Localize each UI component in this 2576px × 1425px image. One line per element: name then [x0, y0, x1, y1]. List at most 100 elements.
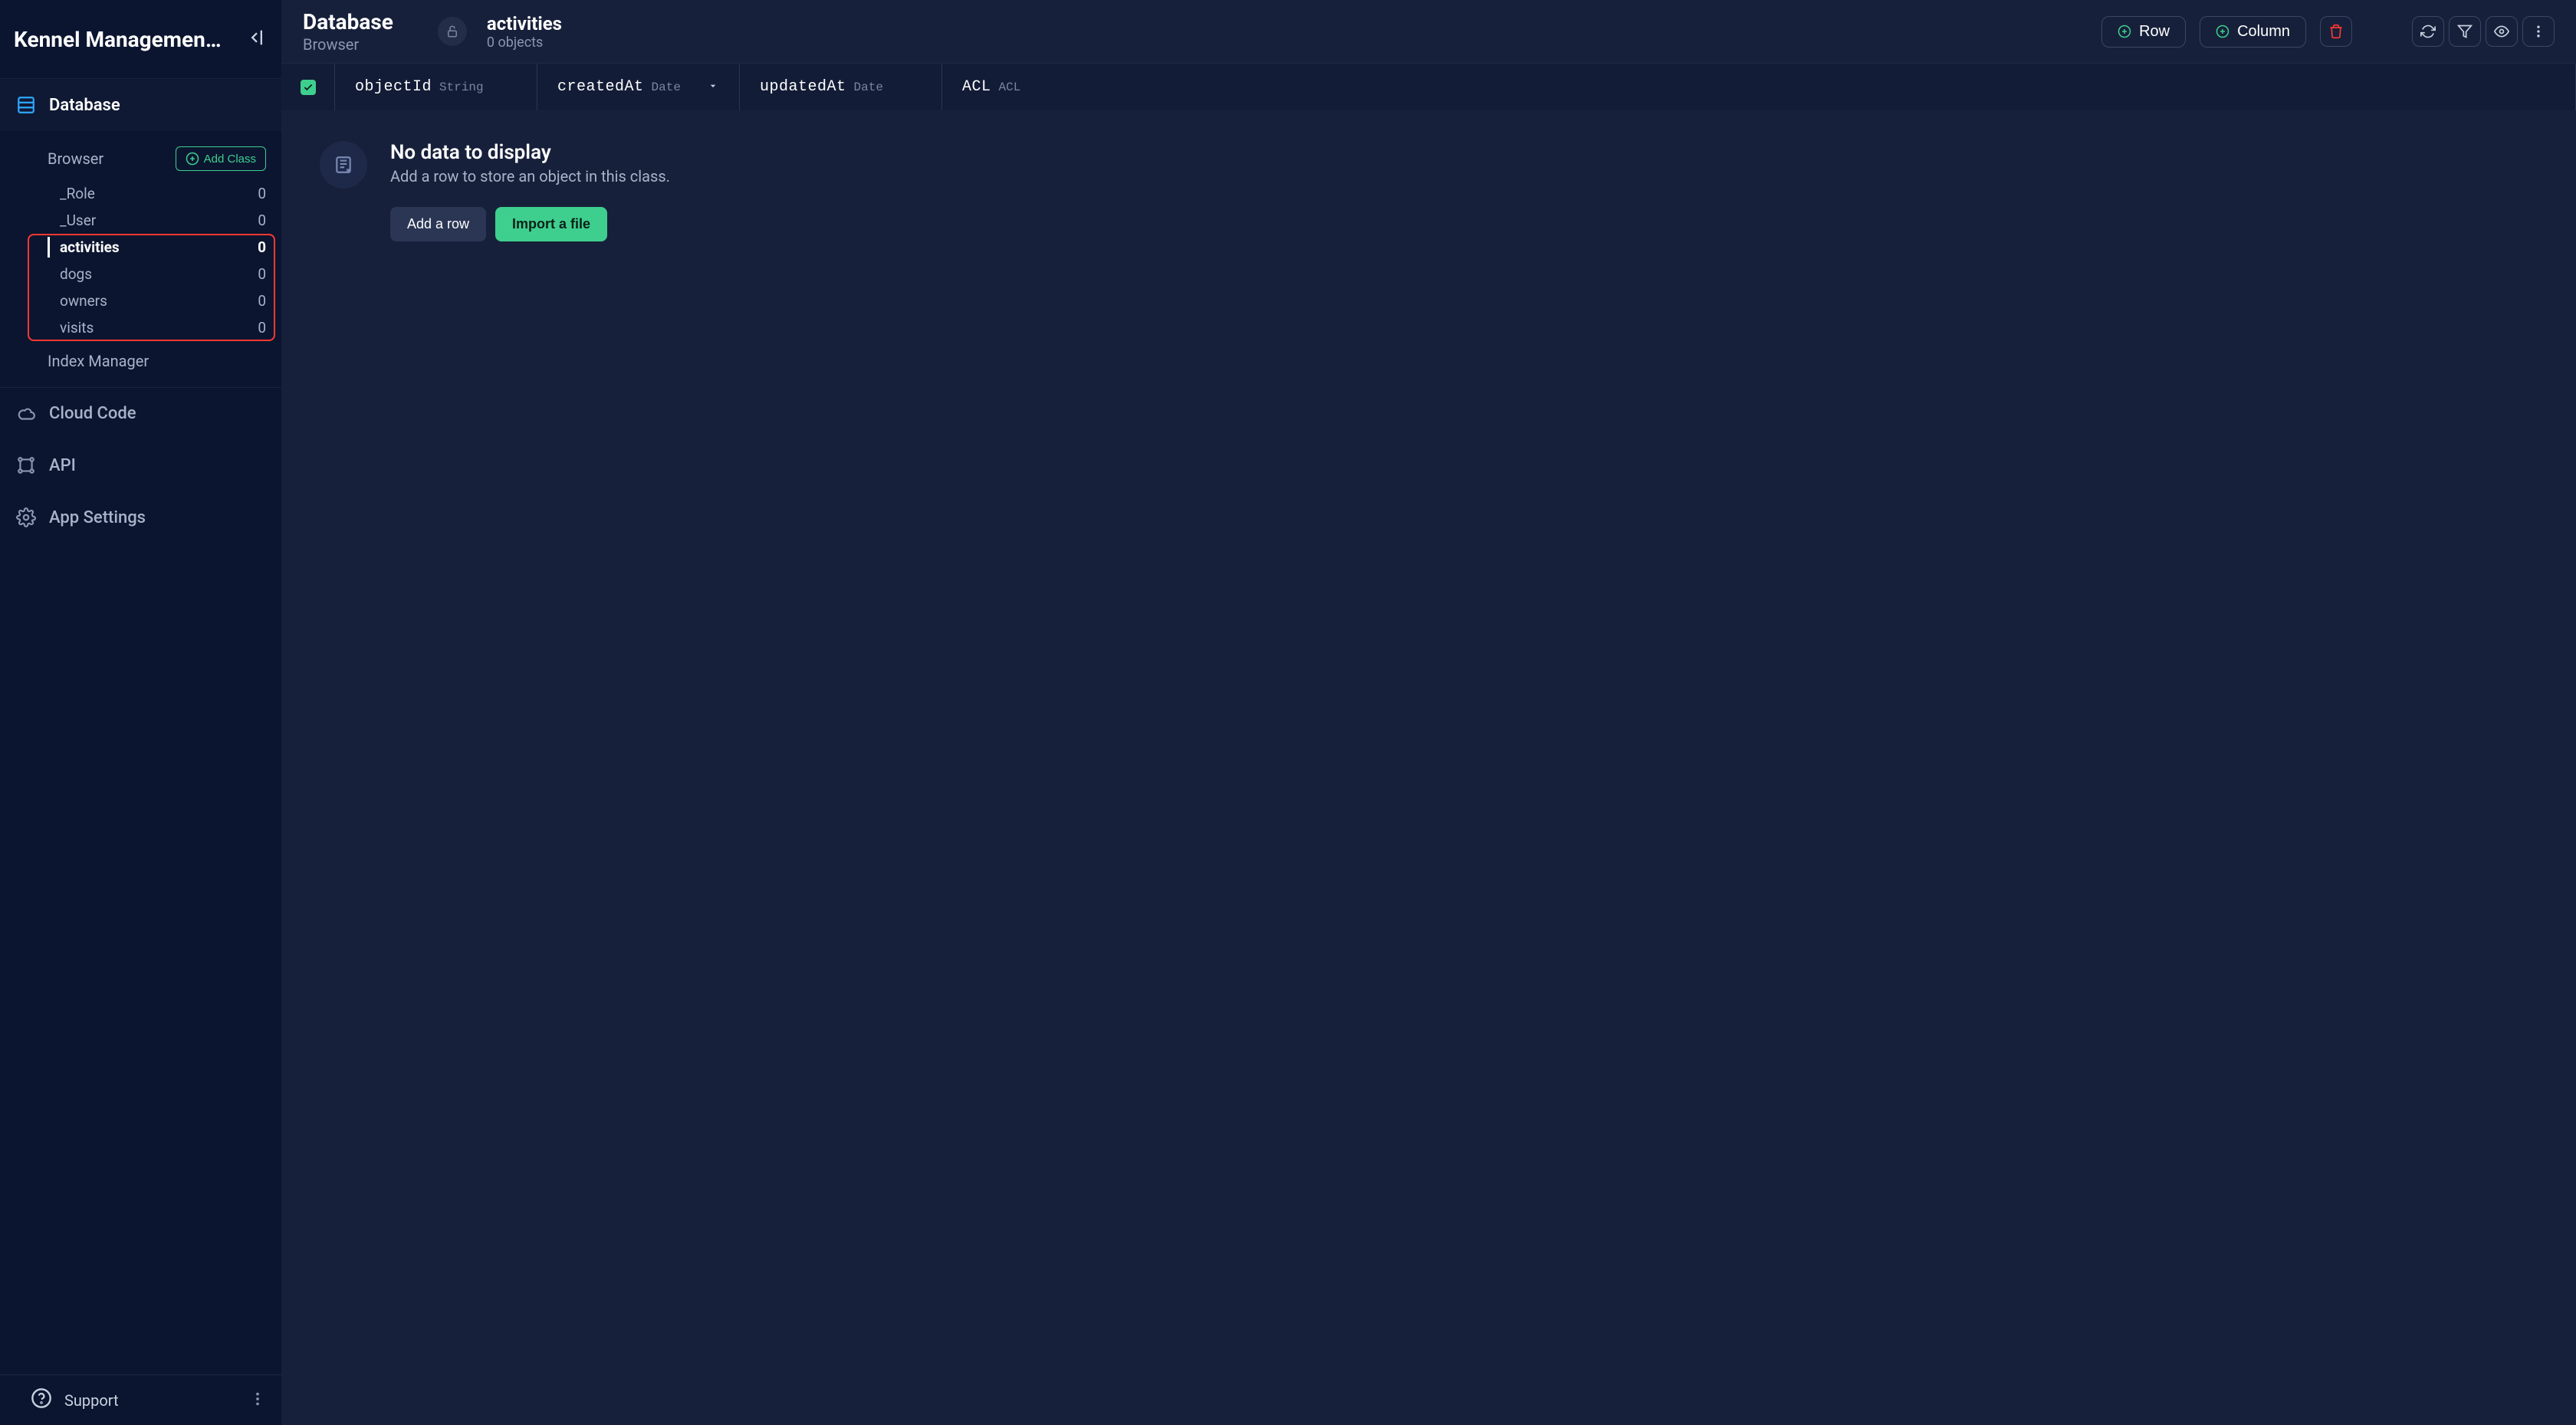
support-label: Support	[64, 1391, 119, 1410]
help-circle-icon	[31, 1387, 52, 1413]
delete-button[interactable]	[2320, 16, 2352, 47]
visibility-button[interactable]	[2486, 16, 2518, 47]
plus-circle-icon	[2118, 25, 2131, 38]
page-title: Database	[303, 9, 393, 35]
class-title-block: activities 0 objects	[487, 13, 562, 51]
class-name: visits	[60, 319, 94, 337]
column-type: String	[439, 80, 484, 94]
class-item-owners[interactable]: owners 0	[0, 287, 281, 314]
class-count: 0	[258, 212, 266, 229]
class-item-dogs[interactable]: dogs 0	[0, 261, 281, 287]
select-all-cell	[281, 64, 335, 110]
toolbar-actions	[2412, 16, 2555, 47]
nav-item-api[interactable]: API	[0, 439, 281, 491]
more-vertical-icon	[2531, 24, 2546, 39]
nav-label-api: API	[49, 456, 76, 475]
class-count: 0	[258, 185, 266, 202]
nav-item-cloud-code[interactable]: Cloud Code	[0, 387, 281, 439]
column-type: ACL	[999, 80, 1021, 94]
sidebar-header: Kennel Management …	[0, 0, 281, 79]
browser-header: Browser Add Class	[0, 137, 281, 180]
nav-section: Database Browser Add Class _Role 0 _User…	[0, 79, 281, 543]
main-content: Database Browser activities 0 objects Ro…	[281, 0, 2576, 1425]
column-header-updatedat[interactable]: updatedAt Date	[740, 64, 942, 110]
empty-state: No data to display Add a row to store an…	[320, 141, 2538, 241]
class-icon	[334, 155, 353, 175]
column-name: ACL	[962, 78, 991, 96]
add-column-button[interactable]: Column	[2200, 16, 2306, 48]
class-name: _User	[60, 212, 96, 229]
trash-icon	[2328, 24, 2344, 39]
class-count: 0	[258, 238, 266, 256]
filter-button[interactable]	[2449, 16, 2481, 47]
index-manager-link[interactable]: Index Manager	[0, 341, 281, 381]
app-name: Kennel Management …	[14, 27, 228, 52]
unlock-icon	[445, 25, 459, 38]
empty-state-badge	[320, 141, 367, 189]
class-name: owners	[60, 292, 107, 310]
database-icon	[15, 94, 37, 116]
toolbar: Database Browser activities 0 objects Ro…	[281, 0, 2576, 64]
filter-icon	[2457, 24, 2472, 39]
class-item-user[interactable]: _User 0	[0, 207, 281, 234]
class-name: activities	[60, 238, 120, 256]
column-header-acl[interactable]: ACL ACL	[942, 64, 2576, 110]
empty-title: No data to display	[390, 141, 670, 164]
nav-item-app-settings[interactable]: App Settings	[0, 491, 281, 543]
import-file-button[interactable]: Import a file	[495, 207, 607, 241]
browser-label[interactable]: Browser	[48, 149, 104, 168]
refresh-button[interactable]	[2412, 16, 2444, 47]
plus-circle-icon	[186, 152, 199, 166]
more-vertical-icon[interactable]	[249, 1391, 266, 1410]
page-subtitle: Browser	[303, 35, 393, 54]
class-list: _Role 0 _User 0 activities 0 dogs 0	[0, 180, 281, 341]
column-name: updatedAt	[760, 78, 846, 96]
sidebar: Kennel Management … Database Browser Add…	[0, 0, 281, 1425]
class-count: 0	[258, 292, 266, 310]
nav-label-cloud-code: Cloud Code	[49, 404, 136, 423]
nav-label-app-settings: App Settings	[49, 508, 146, 527]
select-all-checkbox[interactable]	[301, 80, 316, 95]
page-title-block: Database Browser	[303, 9, 393, 54]
more-options-button[interactable]	[2522, 16, 2555, 47]
empty-text-block: No data to display Add a row to store an…	[390, 141, 670, 241]
empty-actions: Add a row Import a file	[390, 207, 670, 241]
api-icon	[15, 455, 37, 476]
class-count: 0	[258, 319, 266, 337]
add-class-label: Add Class	[204, 153, 256, 166]
plus-circle-icon	[2216, 25, 2229, 38]
collapse-sidebar-icon[interactable]	[246, 27, 268, 51]
empty-message: Add a row to store an object in this cla…	[390, 167, 670, 186]
refresh-icon	[2420, 24, 2436, 39]
add-row-button[interactable]: Row	[2101, 16, 2186, 48]
sort-desc-icon	[707, 80, 719, 95]
object-count: 0 objects	[487, 34, 562, 51]
class-item-activities[interactable]: activities 0	[0, 234, 281, 261]
nav-item-database[interactable]: Database	[0, 79, 281, 131]
column-headers-row: objectId String createdAt Date updatedAt…	[281, 64, 2576, 110]
add-row-label: Row	[2139, 23, 2170, 41]
class-title: activities	[487, 13, 562, 34]
column-header-objectid[interactable]: objectId String	[335, 64, 537, 110]
column-name: createdAt	[557, 78, 644, 96]
nav-label-database: Database	[49, 96, 120, 115]
class-name: _Role	[60, 185, 95, 202]
column-type: Date	[652, 80, 681, 94]
class-lock-indicator[interactable]	[438, 17, 467, 46]
class-item-visits[interactable]: visits 0	[0, 314, 281, 341]
check-icon	[303, 82, 314, 93]
support-link[interactable]: Support	[31, 1387, 119, 1413]
class-count: 0	[258, 265, 266, 283]
eye-icon	[2494, 24, 2509, 39]
browser-section: Browser Add Class _Role 0 _User 0 acti	[0, 131, 281, 387]
add-class-button[interactable]: Add Class	[176, 146, 266, 171]
sidebar-footer: Support	[0, 1374, 281, 1425]
cloud-code-icon	[15, 403, 37, 425]
data-area: No data to display Add a row to store an…	[281, 110, 2576, 1425]
class-name: dogs	[60, 265, 92, 283]
add-a-row-button[interactable]: Add a row	[390, 207, 486, 241]
gear-icon	[15, 507, 37, 528]
class-item-role[interactable]: _Role 0	[0, 180, 281, 207]
column-header-createdat[interactable]: createdAt Date	[537, 64, 740, 110]
column-type: Date	[854, 80, 883, 94]
